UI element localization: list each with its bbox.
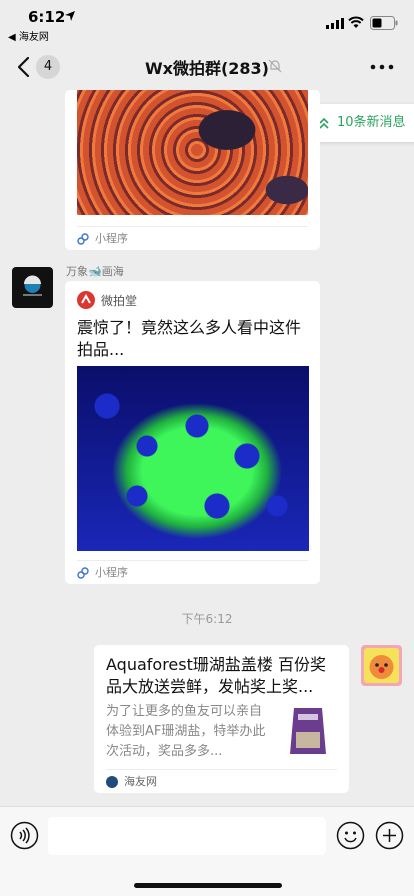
home-indicator[interactable] bbox=[134, 883, 282, 888]
mini-program-link-icon bbox=[77, 567, 89, 579]
status-bar: 6:12 ◀ 海友网 bbox=[0, 0, 414, 44]
mini-program-label: 小程序 bbox=[95, 232, 128, 245]
location-arrow-icon bbox=[65, 11, 75, 21]
chat-title: Wx微拍群(283) bbox=[145, 59, 269, 78]
avatar[interactable] bbox=[361, 645, 402, 686]
mini-program-card[interactable]: 微拍堂 震惊了！竟然这么多人看中这件拍品... 小程序 bbox=[65, 281, 320, 584]
more-options-icon[interactable] bbox=[370, 64, 394, 70]
plus-circle-icon[interactable] bbox=[375, 821, 404, 850]
site-logo-icon bbox=[106, 776, 118, 788]
cellular-signal-icon bbox=[326, 18, 344, 29]
mini-program-footer: 小程序 bbox=[77, 226, 308, 250]
coral-image bbox=[77, 366, 309, 551]
article-title: Aquaforest珊湖盐盖楼 百份奖品大放送尝鲜，发帖奖上奖... bbox=[106, 655, 326, 696]
article-description: 为了让更多的鱼友可以亲自体验到AF珊湖盐，特举办此次活动，奖品多多... bbox=[106, 704, 266, 759]
sender-avatar-logo-icon bbox=[23, 275, 42, 296]
mini-program-source: 微拍堂 bbox=[101, 294, 138, 308]
article-thumbnail bbox=[284, 702, 332, 758]
article-card[interactable]: Aquaforest珊湖盐盖楼 百份奖品大放送尝鲜，发帖奖上奖... 为了让更多… bbox=[94, 645, 349, 793]
coral-image bbox=[77, 90, 308, 215]
article-source-footer: 海友网 bbox=[106, 769, 337, 793]
battery-icon bbox=[370, 16, 398, 30]
article-site-name: 海友网 bbox=[124, 775, 157, 788]
cartoon-avatar-icon bbox=[364, 648, 399, 683]
new-messages-label: 10条新消息 bbox=[337, 115, 406, 130]
mini-program-title: 震惊了！竟然这么多人看中这件拍品... bbox=[77, 318, 302, 359]
message-input[interactable] bbox=[48, 817, 326, 855]
message-timestamp: 下午6:12 bbox=[181, 612, 233, 626]
mini-program-label: 小程序 bbox=[95, 566, 128, 579]
mini-program-card[interactable]: 小程序 bbox=[65, 90, 320, 250]
back-to-app-link[interactable]: ◀ 海友网 bbox=[8, 28, 49, 43]
mini-program-footer: 小程序 bbox=[77, 560, 308, 584]
avatar[interactable] bbox=[12, 267, 53, 308]
status-time: 6:12 bbox=[28, 8, 66, 26]
sender-name: 万象🐋画海 bbox=[66, 265, 124, 278]
chat-nav-bar: 4 Wx微拍群(283) bbox=[0, 44, 414, 90]
weipaitang-logo-icon bbox=[77, 291, 95, 309]
mute-bell-icon bbox=[268, 59, 282, 73]
emoji-icon[interactable] bbox=[336, 821, 365, 850]
voice-input-icon[interactable] bbox=[10, 821, 39, 850]
mini-program-link-icon bbox=[77, 233, 89, 245]
wifi-icon bbox=[348, 16, 364, 28]
